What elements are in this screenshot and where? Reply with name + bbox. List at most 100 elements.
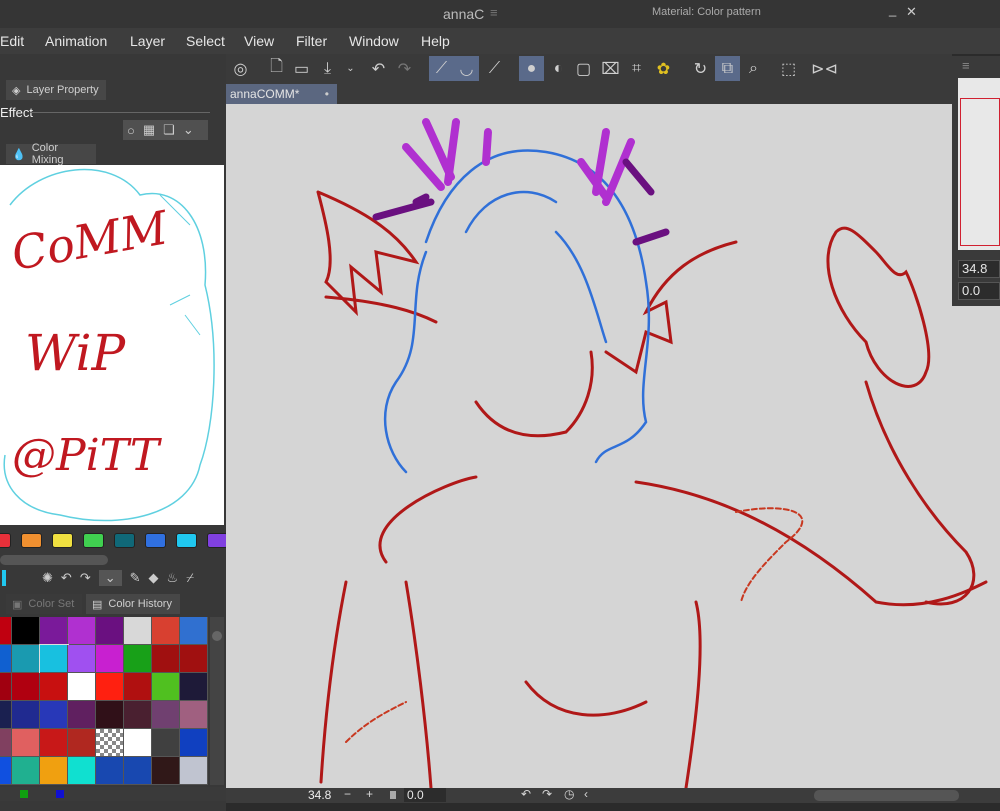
redo-icon[interactable]: ↷ [392, 56, 417, 81]
tone-effect-icon[interactable]: ▦ [143, 122, 155, 138]
selection-icon[interactable]: ⬚ [776, 56, 801, 81]
color-swatch[interactable] [207, 533, 228, 548]
history-color-cell[interactable] [12, 757, 40, 785]
rotate-right-icon[interactable]: ↷ [542, 787, 552, 801]
open-folder-icon[interactable]: ▭ [289, 56, 314, 81]
cloud-icon[interactable]: ◎ [228, 56, 253, 81]
color-swatch[interactable] [145, 533, 166, 548]
color-swatch[interactable] [114, 533, 135, 548]
flip-icon[interactable]: ⊳⊲ [811, 56, 838, 81]
snap-icon[interactable]: ⧉ [715, 56, 740, 81]
menu-filter[interactable]: Filter [296, 33, 327, 49]
menu-view[interactable]: View [244, 33, 274, 49]
rotation-value[interactable]: 0.0 [404, 788, 446, 802]
color-swatch[interactable] [52, 533, 73, 548]
history-color-cell[interactable] [180, 729, 208, 757]
history-color-cell[interactable] [180, 673, 208, 701]
history-color-cell[interactable] [12, 701, 40, 729]
history-color-cell[interactable] [152, 729, 180, 757]
color-swatch[interactable] [176, 533, 197, 548]
navigator-rotation-field[interactable]: 0.0 [958, 282, 1000, 300]
history-color-cell[interactable] [124, 617, 152, 645]
history-color-cell[interactable] [152, 645, 180, 673]
zoom-in-button[interactable]: + [366, 787, 373, 801]
undo-icon[interactable]: ↶ [366, 56, 391, 81]
horizontal-scrollbar[interactable] [814, 790, 959, 801]
dropdown-icon[interactable]: ⌄ [98, 570, 122, 586]
menu-window[interactable]: Window [349, 33, 399, 49]
scroll-thumb[interactable] [212, 631, 222, 641]
pen-correction-icon[interactable]: ⟋ [429, 56, 454, 81]
history-color-cell[interactable] [12, 673, 40, 701]
sub-color-chip[interactable] [56, 790, 64, 798]
history-color-cell[interactable] [12, 645, 40, 673]
border-effect-icon[interactable]: ○ [127, 123, 135, 138]
history-color-cell[interactable] [12, 729, 40, 757]
menu-select[interactable]: Select [186, 33, 225, 49]
tab-color-mixing[interactable]: 💧 Color Mixing [6, 142, 96, 166]
history-color-cell[interactable] [40, 673, 68, 701]
fill-icon[interactable]: ⌧ [598, 56, 623, 81]
color-swatch[interactable] [0, 533, 11, 548]
history-color-cell[interactable] [96, 729, 124, 757]
history-color-cell[interactable] [39, 644, 69, 674]
history-color-cell[interactable] [68, 701, 96, 729]
eraser-icon[interactable]: ◆ [149, 570, 159, 586]
history-color-cell[interactable] [152, 617, 180, 645]
history-color-cell[interactable] [124, 673, 152, 701]
transform-icon[interactable]: ⌗ [624, 56, 649, 81]
history-color-cell[interactable] [68, 729, 96, 757]
swatch-scrollbar[interactable] [0, 555, 108, 565]
menu-edit[interactable]: Edit [0, 33, 24, 49]
history-color-cell[interactable] [124, 757, 152, 785]
rotate-icon[interactable]: ↻ [688, 56, 713, 81]
history-color-cell[interactable] [0, 729, 12, 757]
history-color-cell[interactable] [40, 757, 68, 785]
zoom-value[interactable]: 34.8 [308, 788, 331, 802]
document-tab[interactable]: annaCOMM* • [226, 84, 337, 104]
menu-help[interactable]: Help [421, 33, 450, 49]
history-color-cell[interactable] [124, 701, 152, 729]
save-icon[interactable]: ⤓ [315, 56, 340, 81]
history-color-cell[interactable] [180, 701, 208, 729]
view-frame[interactable] [960, 98, 1000, 246]
color-swatch[interactable] [83, 533, 104, 548]
zoom-icon[interactable]: ⌕ [741, 56, 766, 81]
menu-layer[interactable]: Layer [130, 33, 165, 49]
blend-icon[interactable]: ♨ [167, 570, 179, 586]
brush-size-icon[interactable]: ● [519, 56, 544, 81]
dropdown-icon[interactable]: ⌄ [338, 56, 363, 81]
color-mixing-canvas[interactable]: CoMM WiP @PiTT [0, 165, 224, 525]
history-color-cell[interactable] [68, 673, 96, 701]
canvas-area[interactable] [226, 82, 1000, 788]
brush-density-icon[interactable]: ◐ [546, 56, 571, 81]
chevron-down-icon[interactable]: ⌄ [183, 122, 194, 138]
navigator-preview[interactable] [958, 78, 1000, 250]
history-color-cell[interactable] [0, 701, 12, 729]
undo-icon[interactable]: ↶ [61, 570, 72, 586]
chevron-left-icon[interactable]: ‹ [584, 787, 588, 801]
history-color-cell[interactable] [124, 645, 152, 673]
history-color-cell[interactable] [0, 645, 12, 673]
tab-color-history[interactable]: ▤ Color History [86, 594, 180, 614]
color-swatch[interactable] [21, 533, 42, 548]
history-color-cell[interactable] [0, 617, 12, 645]
history-color-cell[interactable] [124, 729, 152, 757]
brush-icon[interactable]: ✎ [130, 570, 141, 586]
history-color-cell[interactable] [68, 645, 96, 673]
current-color[interactable] [2, 570, 6, 586]
color-icon[interactable]: ✿ [651, 56, 676, 81]
history-color-cell[interactable] [152, 701, 180, 729]
rotate-left-icon[interactable]: ↶ [521, 787, 531, 801]
zoom-out-button[interactable]: − [344, 787, 351, 801]
spinner-icon[interactable]: ✺ [42, 570, 53, 586]
eyedropper-icon[interactable]: ⌿ [186, 570, 194, 586]
tab-layer-property[interactable]: ◈ Layer Property [6, 80, 106, 100]
main-color-chip[interactable] [20, 790, 28, 798]
history-color-cell[interactable] [40, 617, 68, 645]
layer-color-icon[interactable]: ❏ [163, 122, 175, 138]
history-color-cell[interactable] [68, 757, 96, 785]
redo-icon[interactable]: ↷ [80, 570, 91, 586]
menu-animation[interactable]: Animation [45, 33, 107, 49]
menu-icon[interactable]: ≡ [490, 5, 498, 20]
